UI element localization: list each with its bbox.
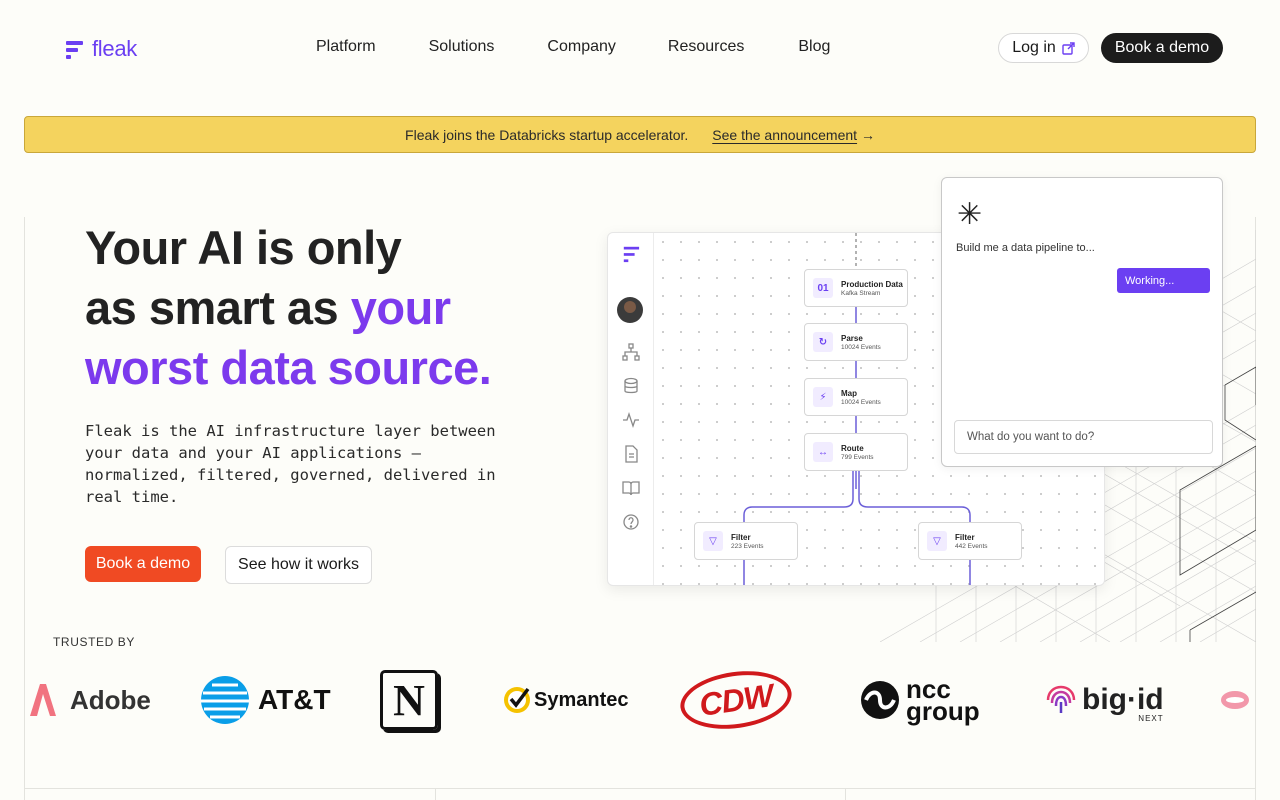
nav-book-demo-button[interactable]: Book a demo xyxy=(1101,33,1223,63)
arrow-right-icon: → xyxy=(860,126,875,143)
node-production-data[interactable]: 01 Production Data Kafka Stream xyxy=(804,269,908,307)
node-title: Filter xyxy=(731,532,751,542)
notion-letter: N xyxy=(393,675,425,725)
nav-platform[interactable]: Platform xyxy=(316,38,376,56)
banner-link-label: See the announcement xyxy=(712,126,858,143)
ncc-group-logo: ncc group xyxy=(860,660,980,740)
filter-icon: ▽ xyxy=(927,531,947,551)
node-subtitle: 223 Events xyxy=(731,542,764,550)
chat-prompt: Build me a data pipeline to... xyxy=(956,242,1095,254)
section-divider xyxy=(24,788,1256,800)
symantec-check-icon xyxy=(504,687,530,713)
top-nav: fleak Platform Solutions Company Resourc… xyxy=(0,0,1280,96)
see-how-it-works-button[interactable]: See how it works xyxy=(225,546,372,584)
headline-line1: Your AI is only xyxy=(85,221,402,274)
node-filter-right[interactable]: ▽ Filter 442 Events xyxy=(918,522,1022,560)
node-title: Route xyxy=(841,443,864,453)
node-subtitle: 442 Events xyxy=(955,542,988,550)
hero-subtitle: Fleak is the AI infrastructure layer bet… xyxy=(85,422,496,506)
node-subtitle: Kafka Stream xyxy=(841,289,881,297)
database-icon[interactable] xyxy=(622,377,640,395)
headline-accent-1: your xyxy=(350,281,451,334)
asterisk-icon: ✳ xyxy=(957,198,983,231)
node-title: Parse xyxy=(841,333,863,343)
bigid-wordmark: big·id NEXT xyxy=(1082,683,1164,723)
cdw-wordmark: CDW xyxy=(697,676,775,723)
adobe-logo: Adobe xyxy=(30,660,151,740)
group-word: group xyxy=(906,696,980,726)
partial-logo xyxy=(1220,660,1250,740)
partial-logo-icon xyxy=(1221,691,1249,709)
symantec-wordmark: Symantec xyxy=(534,688,629,711)
hierarchy-icon[interactable] xyxy=(622,343,640,361)
att-logo: AT&T xyxy=(200,660,331,740)
adobe-mark-icon xyxy=(30,684,56,716)
ai-chat-panel: ✳ Build me a data pipeline to... Working… xyxy=(941,177,1223,467)
logo-carousel: Adobe AT&T N Symantec CDW ncc group big·… xyxy=(24,660,1256,740)
fleak-mark-icon xyxy=(623,246,640,263)
activity-icon[interactable] xyxy=(622,411,640,429)
hero-headline: Your AI is only as smart as your worst d… xyxy=(85,218,492,398)
fleak-logo[interactable]: fleak xyxy=(66,36,137,62)
announcement-banner: Fleak joins the Databricks startup accel… xyxy=(24,116,1256,153)
banner-link[interactable]: See the announcement → xyxy=(712,127,875,143)
logo-wordmark: fleak xyxy=(92,36,137,61)
cdw-logo: CDW xyxy=(676,660,796,740)
node-filter-left[interactable]: ▽ Filter 223 Events xyxy=(694,522,798,560)
att-wordmark: AT&T xyxy=(258,684,331,715)
arrows-icon: ↔ xyxy=(813,442,833,462)
hero-book-demo-button[interactable]: Book a demo xyxy=(85,546,201,582)
headline-accent-2: worst data source. xyxy=(85,341,492,394)
node-map[interactable]: ⚡ Map 10024 Events xyxy=(804,378,908,416)
node-parse[interactable]: ↻ Parse 10024 Events xyxy=(804,323,908,361)
bigid-logo: big·id NEXT xyxy=(1044,660,1164,740)
primary-nav: Platform Solutions Company Resources Blo… xyxy=(316,38,830,56)
adobe-wordmark: Adobe xyxy=(70,684,151,715)
bolt-icon: ⚡ xyxy=(813,387,833,407)
external-link-icon xyxy=(1062,41,1075,55)
banner-text: Fleak joins the Databricks startup accel… xyxy=(405,126,689,143)
app-sidebar xyxy=(608,233,654,585)
user-avatar[interactable] xyxy=(617,297,643,323)
nav-blog[interactable]: Blog xyxy=(798,38,830,56)
notion-logo: N xyxy=(380,660,438,740)
filter-icon: ▽ xyxy=(703,531,723,551)
trusted-by-label: TRUSTED BY xyxy=(53,635,136,649)
node-title: Map xyxy=(841,388,857,398)
node-title: Filter xyxy=(955,532,975,542)
login-label: Log in xyxy=(1012,39,1056,56)
refresh-icon: ↻ xyxy=(813,332,833,352)
ncc-wordmark: ncc group xyxy=(906,676,980,726)
cdw-mark: CDW xyxy=(676,664,796,736)
node-subtitle: 799 Events xyxy=(841,453,874,461)
book-icon[interactable] xyxy=(622,479,640,497)
nav-resources[interactable]: Resources xyxy=(668,38,744,56)
symantec-logo: Symantec xyxy=(502,660,629,740)
node-title: Production Data xyxy=(841,279,903,289)
working-status-badge: Working... xyxy=(1117,268,1210,293)
headline-line2: as smart as xyxy=(85,281,351,334)
node-subtitle: 10024 Events xyxy=(841,343,881,351)
ncc-mark-icon xyxy=(861,681,899,719)
att-globe-icon xyxy=(201,676,249,724)
nav-solutions[interactable]: Solutions xyxy=(429,38,495,56)
node-route[interactable]: ↔ Route 799 Events xyxy=(804,433,908,471)
bigid-fingerprint-icon xyxy=(1046,685,1076,713)
notion-mark-icon: N xyxy=(380,670,438,730)
nav-company[interactable]: Company xyxy=(547,38,615,56)
fleak-logo-icon xyxy=(66,39,84,59)
database-icon: 01 xyxy=(813,278,833,298)
help-icon[interactable] xyxy=(622,513,640,531)
login-button[interactable]: Log in xyxy=(998,33,1089,63)
document-icon[interactable] xyxy=(622,445,640,463)
bigid-next: NEXT xyxy=(1138,714,1164,723)
bigid-word: big·id xyxy=(1082,683,1164,716)
chat-input[interactable]: What do you want to do? xyxy=(954,420,1213,454)
node-subtitle: 10024 Events xyxy=(841,398,881,406)
